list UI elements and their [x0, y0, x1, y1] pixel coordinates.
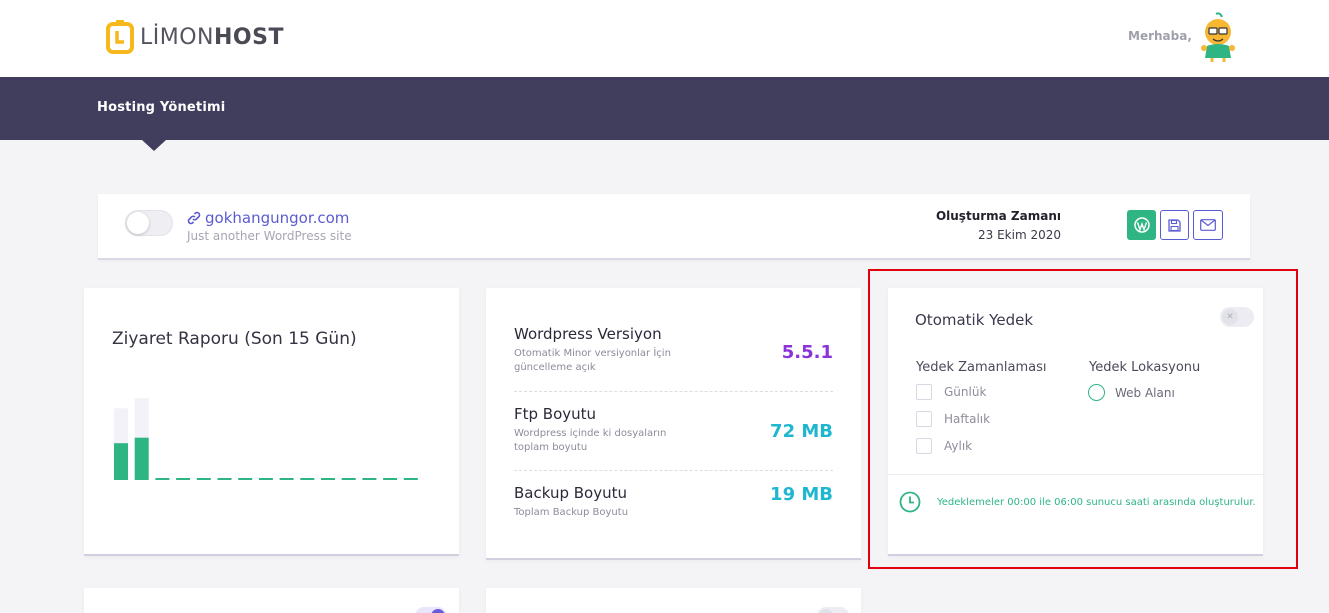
visit-bar-value[interactable]	[217, 478, 232, 480]
visit-bar-value[interactable]	[403, 478, 418, 480]
divider	[514, 470, 833, 471]
visit-bar-value[interactable]	[258, 478, 273, 480]
site-info-card: Wordpress Versiyon Otomatik Minor versiy…	[486, 288, 861, 560]
visit-bar-value[interactable]	[114, 443, 128, 480]
nav-item-hosting[interactable]: Hosting Yönetimi	[97, 100, 225, 115]
info-row-backup-size: Backup Boyutu Toplam Backup Boyutu 19 MB	[514, 484, 833, 520]
site-summary-bar: gokhangungor.com Just another WordPress …	[98, 194, 1250, 260]
visit-report-card: Ziyaret Raporu (Son 15 Gün)	[84, 288, 459, 556]
save-button[interactable]	[1160, 210, 1189, 240]
card-lower-left	[84, 588, 459, 613]
wordpress-icon	[1133, 217, 1150, 233]
divider	[514, 391, 833, 392]
info-title: Wordpress Versiyon	[514, 325, 662, 343]
visit-bar-value[interactable]	[383, 478, 398, 480]
lower-middle-toggle[interactable]	[817, 607, 849, 613]
site-toggle[interactable]	[125, 210, 173, 236]
info-value: 72 MB	[770, 421, 833, 442]
card-lower-middle	[486, 588, 861, 613]
visit-bar-value[interactable]	[300, 478, 315, 480]
toggle-knob	[819, 609, 833, 613]
info-value: 19 MB	[770, 484, 833, 505]
top-header: LİMONHOST Merhaba,	[0, 0, 1329, 77]
wordpress-button[interactable]	[1127, 210, 1156, 240]
toggle-knob	[127, 212, 149, 234]
logo-icon	[106, 20, 134, 54]
visit-report-chart	[114, 398, 418, 480]
main-nav: Hosting Yönetimi	[0, 77, 1329, 140]
visit-bar-value[interactable]	[238, 478, 253, 480]
site-tagline: Just another WordPress site	[187, 229, 352, 243]
site-domain-link[interactable]: gokhangungor.com	[187, 209, 349, 227]
brand-logo[interactable]: LİMONHOST	[106, 19, 284, 55]
greeting-text: Merhaba,	[1128, 29, 1192, 43]
nav-active-indicator	[142, 140, 166, 151]
visit-bar-value[interactable]	[155, 478, 170, 480]
visit-report-title: Ziyaret Raporu (Son 15 Gün)	[112, 329, 357, 349]
created-value: 23 Ekim 2020	[978, 228, 1061, 242]
info-desc: Wordpress içinde ki dosyaların toplam bo…	[514, 428, 667, 453]
site-domain: gokhangungor.com	[205, 209, 350, 227]
mail-icon	[1200, 219, 1216, 231]
info-row-ftp-size: Ftp Boyutu Wordpress içinde ki dosyaları…	[514, 405, 833, 455]
visit-bar-value[interactable]	[196, 478, 211, 480]
visit-bar-value[interactable]	[341, 478, 356, 480]
save-icon	[1168, 218, 1181, 232]
avatar[interactable]	[1196, 12, 1240, 62]
visit-bar-value[interactable]	[321, 478, 335, 480]
highlight-frame	[868, 269, 1298, 569]
visit-bar-value[interactable]	[176, 478, 191, 480]
link-icon	[187, 211, 201, 225]
info-value: 5.5.1	[781, 342, 833, 363]
info-desc: Otomatik Minor versiyonlar İçin güncelle…	[514, 348, 671, 373]
mail-button[interactable]	[1193, 210, 1223, 240]
created-label: Oluşturma Zamanı	[935, 209, 1061, 223]
lower-left-toggle[interactable]	[415, 607, 447, 613]
info-row-wp-version: Wordpress Versiyon Otomatik Minor versiy…	[514, 325, 833, 375]
visit-bar-value[interactable]	[279, 478, 294, 480]
info-desc: Toplam Backup Boyutu	[514, 507, 629, 518]
visit-bar-value[interactable]	[362, 478, 377, 480]
brand-name-light: LİMON	[140, 24, 214, 50]
brand-name-bold: HOST	[214, 24, 284, 50]
toggle-knob	[431, 609, 445, 613]
visit-bar-value[interactable]	[134, 437, 149, 480]
